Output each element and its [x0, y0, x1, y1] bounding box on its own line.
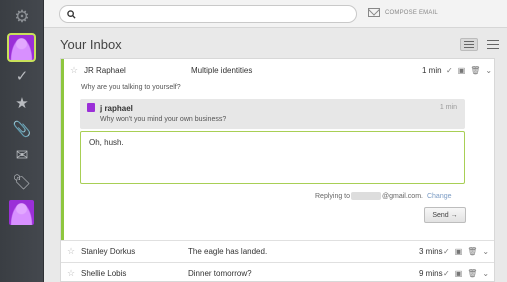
sender-name: Stanley Dorkus — [81, 247, 136, 256]
reply-text: Why won't you mind your own business? — [100, 116, 227, 123]
avatar[interactable] — [9, 200, 34, 225]
check-icon[interactable]: ✓ — [443, 247, 450, 256]
chevron-down-icon[interactable]: ⌄ — [482, 247, 489, 256]
timestamp: 1 min — [422, 65, 442, 75]
reply-card: j raphael 1 min Why won't you mind your … — [80, 99, 465, 129]
trash-icon[interactable]: 🗑 — [467, 269, 477, 278]
left-rail: ⚙ ✓ ★ 📎 ✉ 🏷 — [0, 0, 44, 282]
message-row-open[interactable]: ☆ JR Raphael Multiple identities 1 min ✓… — [61, 59, 494, 81]
row-actions: ✓ ▣ 🗑 ⌄ — [446, 66, 492, 75]
chevron-down-icon[interactable]: ⌄ — [482, 269, 489, 278]
search-field[interactable] — [59, 5, 357, 23]
avatar[interactable] — [9, 35, 34, 60]
top-bar: COMPOSE EMAIL — [44, 0, 507, 28]
timestamp: 9 mins — [419, 269, 443, 278]
check-icon[interactable]: ✓ — [446, 66, 453, 75]
sender-name: Shellie Lobis — [81, 269, 127, 278]
subject: Dinner tomorrow? — [188, 269, 252, 278]
archive-icon[interactable]: ▣ — [458, 66, 466, 75]
list-view-icon[interactable] — [460, 38, 478, 51]
avatar — [87, 103, 95, 112]
archive-icon[interactable]: ▣ — [455, 269, 463, 278]
check-icon[interactable]: ✓ — [0, 63, 44, 89]
replying-to: Replying to @gmail.com. Change — [315, 192, 452, 200]
subject: Multiple identities — [191, 65, 253, 75]
reply-textarea[interactable] — [81, 132, 464, 183]
star-icon[interactable]: ★ — [0, 90, 44, 116]
search-input[interactable] — [80, 7, 340, 21]
star-icon[interactable]: ☆ — [67, 268, 75, 279]
trash-icon[interactable]: 🗑 — [467, 247, 477, 256]
page-title: Your Inbox — [60, 37, 122, 52]
paperclip-icon[interactable]: 📎 — [0, 116, 44, 142]
gear-icon[interactable]: ⚙ — [0, 4, 44, 30]
tag-icon[interactable]: 🏷 — [0, 169, 44, 195]
star-icon[interactable]: ☆ — [70, 65, 78, 76]
row-actions: ✓ ▣ 🗑 ⌄ — [443, 247, 489, 256]
message-list: ☆ JR Raphael Multiple identities 1 min ✓… — [60, 58, 495, 282]
envelope-icon[interactable]: ✉ — [0, 142, 44, 168]
sender-name: JR Raphael — [84, 65, 126, 75]
replying-to-prefix: Replying to — [315, 192, 351, 200]
message-row[interactable]: ☆ Stanley Dorkus The eagle has landed. 3… — [61, 240, 494, 262]
replying-to-domain: @gmail.com. — [382, 192, 423, 200]
reply-sender: j raphael — [100, 104, 133, 113]
chevron-down-icon[interactable]: ⌄ — [485, 66, 492, 75]
view-toggle — [460, 38, 502, 51]
change-link[interactable]: Change — [427, 193, 452, 200]
message-snippet: Why are you talking to yourself? — [81, 84, 181, 91]
timestamp: 3 mins — [419, 247, 443, 256]
star-icon[interactable]: ☆ — [67, 246, 75, 257]
archive-icon[interactable]: ▣ — [455, 247, 463, 256]
open-indicator — [61, 81, 64, 240]
compose-email-button[interactable]: COMPOSE EMAIL — [368, 8, 438, 17]
subject: The eagle has landed. — [188, 247, 268, 256]
check-icon[interactable]: ✓ — [443, 269, 450, 278]
redacted-email — [351, 192, 382, 200]
send-button[interactable]: Send → — [424, 207, 466, 223]
search-icon — [67, 9, 76, 19]
envelope-icon — [368, 8, 380, 17]
reply-compose-box[interactable] — [80, 131, 465, 184]
row-actions: ✓ ▣ 🗑 ⌄ — [443, 269, 489, 278]
message-row[interactable]: ☆ Shellie Lobis Dinner tomorrow? 9 mins … — [61, 262, 494, 282]
reply-timestamp: 1 min — [439, 104, 457, 111]
compose-email-label: COMPOSE EMAIL — [385, 9, 438, 16]
trash-icon[interactable]: 🗑 — [470, 66, 480, 75]
compact-view-icon[interactable] — [484, 38, 502, 51]
